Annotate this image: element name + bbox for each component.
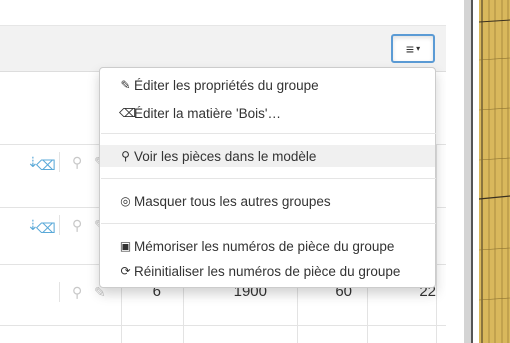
search-icon[interactable]: ⚲: [72, 284, 82, 301]
pencil-icon: ✎: [120, 78, 131, 92]
search-icon[interactable]: ⚲: [72, 217, 82, 234]
hamburger-icon: ≡: [405, 40, 415, 57]
menu-item-reset-part-numbers[interactable]: ⟳ Réinitialiser les numéros de pièce du …: [100, 260, 435, 282]
icon-separator: [59, 215, 60, 235]
caret-down-icon: ▾: [416, 44, 421, 53]
model-viewport[interactable]: [479, 0, 510, 343]
menu-item-label: Voir les pièces dans le modèle: [134, 148, 317, 164]
eraser-icon[interactable]: ⌫: [36, 157, 56, 174]
menu-item-edit-material[interactable]: ⌫ Éditer la matière 'Bois'…: [100, 102, 435, 124]
menu-item-edit-group-properties[interactable]: ✎ Éditer les propriétés du groupe: [100, 74, 435, 96]
panel-top-strip: [0, 0, 446, 26]
menu-item-label: Éditer les propriétés du groupe: [134, 77, 319, 93]
group-menu-button[interactable]: ≡ ▾: [391, 34, 435, 63]
eraser-icon[interactable]: ⌫: [36, 220, 56, 237]
menu-item-save-part-numbers[interactable]: ▣ Mémoriser les numéros de pièce du grou…: [100, 235, 435, 257]
eye-slash-icon: ◎: [120, 194, 131, 208]
menu-item-view-parts-in-model[interactable]: ⚲ Voir les pièces dans le modèle: [100, 145, 435, 167]
menu-item-label: Éditer la matière 'Bois'…: [134, 105, 281, 121]
group-dropdown-menu: ✎ Éditer les propriétés du groupe ⌫ Édit…: [99, 67, 436, 288]
refresh-icon: ⟳: [120, 264, 131, 278]
save-icon: ▣: [119, 239, 132, 253]
search-icon[interactable]: ⚲: [72, 154, 82, 171]
groups-panel: ≡ ▾ ⇣ ⌫ ⚲ ✎ ⇣ ⌫ ⚲ ✎ ⚲ ✎ 6 1900 60 22 ✎: [0, 0, 446, 343]
icon-separator: [59, 282, 60, 302]
menu-item-label: Réinitialiser les numéros de pièce du gr…: [134, 263, 401, 279]
menu-item-label: Mémoriser les numéros de pièce du groupe: [134, 238, 395, 254]
menu-divider: [101, 133, 436, 134]
menu-divider: [101, 223, 436, 224]
table-row-divider: [0, 325, 446, 326]
menu-item-label: Masquer tous les autres groupes: [134, 193, 331, 209]
icon-separator: [59, 152, 60, 172]
menu-item-hide-other-groups[interactable]: ◎ Masquer tous les autres groupes: [100, 190, 435, 212]
wood-model-render: [479, 0, 510, 343]
splitter-handle[interactable]: [464, 0, 471, 343]
table-column-divider: [436, 144, 437, 343]
eraser-icon: ⌫: [119, 106, 136, 120]
menu-divider: [101, 178, 436, 179]
search-icon: ⚲: [121, 149, 130, 163]
panel-header: [0, 26, 446, 72]
